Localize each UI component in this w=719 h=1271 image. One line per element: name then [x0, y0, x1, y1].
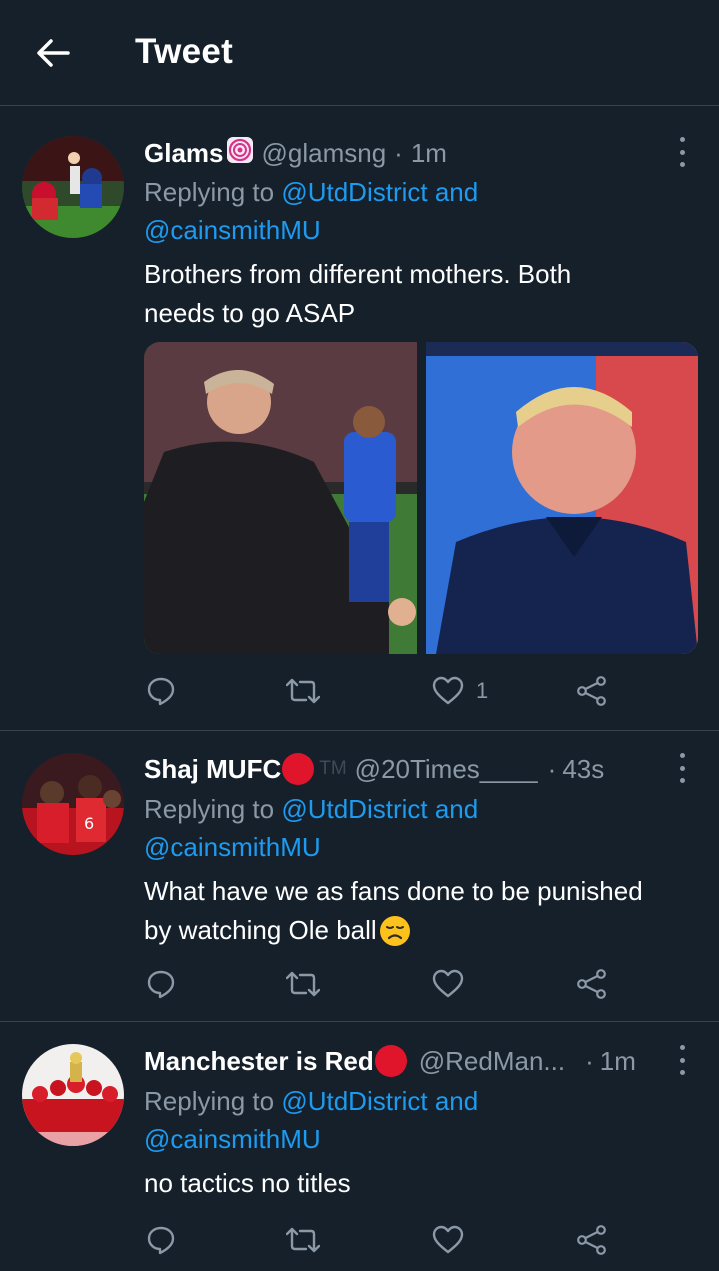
- retweet-icon: [286, 1227, 320, 1253]
- more-dot-icon: [679, 1045, 685, 1050]
- reply-button[interactable]: [146, 964, 176, 1004]
- like-button[interactable]: [432, 964, 464, 1004]
- share-button[interactable]: [576, 1220, 608, 1260]
- like-count: 1: [476, 678, 489, 703]
- tweet-actions: [146, 1220, 616, 1260]
- tweet-time[interactable]: 43s: [562, 754, 604, 785]
- author-handle[interactable]: @20Times____: [355, 754, 538, 785]
- page-title: Tweet: [135, 32, 234, 71]
- tweet-author-row: Glams @glamsng · 1m: [144, 135, 447, 171]
- share-icon: [577, 1225, 606, 1255]
- back-button[interactable]: [30, 28, 76, 78]
- separator-dot: ·: [394, 137, 403, 168]
- tweet-text-line: What have we as fans done to be punished: [144, 876, 643, 906]
- replying-to: Replying to @UtdDistrict and @cainsmithM…: [144, 790, 664, 866]
- tweet-text-line: by watching Ole ball: [144, 911, 689, 950]
- more-dot-icon: [679, 778, 685, 783]
- replying-to: Replying to @UtdDistrict and @cainsmithM…: [144, 1082, 664, 1158]
- author-name[interactable]: Manchester is Red: [144, 1046, 374, 1077]
- heart-icon: [432, 676, 464, 705]
- comment-icon: [147, 970, 175, 999]
- share-icon: [577, 969, 606, 999]
- separator-dot: ·: [547, 753, 557, 784]
- spiral-emoji-icon: [226, 136, 254, 171]
- tweet-author-row: Shaj MUFC TM @20Times____ · 43s: [144, 751, 604, 787]
- author-name[interactable]: Shaj MUFC: [144, 754, 281, 785]
- more-options-button[interactable]: [675, 753, 689, 783]
- avatar[interactable]: 6: [22, 753, 124, 855]
- reply-link-cainsmithmu[interactable]: @cainsmithMU: [144, 1124, 321, 1154]
- smiling-coach-photo[interactable]: [426, 342, 698, 654]
- tweet[interactable]: 6 Shaj MUFC TM @20Times____ · 43s Replyi…: [0, 731, 719, 1022]
- tweet[interactable]: Glams @glamsng · 1m Replying to @UtdDist…: [0, 107, 719, 731]
- tweet-text-line: Brothers from different mothers. Both: [144, 259, 572, 289]
- top-app-bar: Tweet: [0, 0, 719, 106]
- replying-to: Replying to @UtdDistrict and @cainsmithM…: [144, 173, 664, 249]
- red-circle-icon: [374, 1045, 407, 1077]
- avatar[interactable]: [22, 136, 124, 238]
- retweet-button[interactable]: [286, 671, 320, 711]
- heart-icon: [432, 969, 464, 998]
- reply-link-utddistrict[interactable]: @UtdDistrict and: [281, 1086, 478, 1116]
- retweet-button[interactable]: [286, 1220, 320, 1260]
- tweet-author-row: Manchester is Red @RedMan... · 1m: [144, 1043, 636, 1079]
- avatar[interactable]: [22, 1044, 124, 1146]
- retweet-icon: [286, 678, 320, 704]
- coach-celebrating-photo[interactable]: [144, 342, 417, 654]
- retweet-icon: [286, 971, 320, 997]
- author-name[interactable]: Glams: [144, 138, 224, 169]
- share-icon: [577, 676, 606, 706]
- reply-button[interactable]: [146, 1220, 176, 1260]
- more-dot-icon: [679, 162, 685, 167]
- replying-prefix: Replying to: [144, 1086, 282, 1116]
- author-handle[interactable]: @glamsng: [262, 138, 387, 169]
- trademark-text: TM: [319, 758, 347, 779]
- tweet-text-line: needs to go ASAP: [144, 298, 356, 328]
- more-options-button[interactable]: [675, 1045, 689, 1075]
- comment-icon: [147, 1226, 175, 1255]
- tweet[interactable]: Manchester is Red @RedMan... · 1m Replyi…: [0, 1022, 719, 1271]
- author-handle[interactable]: @RedMan...: [419, 1046, 565, 1077]
- more-dot-icon: [679, 753, 685, 758]
- replying-prefix: Replying to: [144, 794, 282, 824]
- tweet-actions: [146, 964, 616, 1004]
- reply-button[interactable]: [146, 671, 176, 711]
- more-dot-icon: [679, 149, 685, 155]
- comment-icon: [147, 677, 175, 706]
- tweet-text-fragment: by watching Ole ball: [144, 915, 377, 945]
- reply-link-utddistrict[interactable]: @UtdDistrict and: [281, 794, 478, 824]
- tweet-time[interactable]: 1m: [600, 1046, 636, 1077]
- tweet-text: What have we as fans done to be punished…: [144, 872, 689, 950]
- replying-prefix: Replying to: [144, 177, 282, 207]
- retweet-button[interactable]: [286, 964, 320, 1004]
- like-button[interactable]: [432, 1220, 464, 1260]
- more-options-button[interactable]: [675, 137, 689, 167]
- separator-dot: ·: [585, 1045, 594, 1076]
- share-button[interactable]: [576, 671, 608, 711]
- heart-icon: [432, 1225, 464, 1254]
- red-circle-icon: [282, 753, 315, 785]
- tweet-text: no tactics no titles: [144, 1164, 689, 1203]
- reply-link-utddistrict[interactable]: @UtdDistrict and: [281, 177, 478, 207]
- tweet-text: Brothers from different mothers. Both ne…: [144, 255, 689, 333]
- disappointed-face-icon: [379, 915, 410, 946]
- tweet-actions: 1: [146, 671, 616, 711]
- tweet-media[interactable]: [144, 342, 698, 654]
- arrow-left-icon: [37, 39, 70, 67]
- tweet-text-line: no tactics no titles: [144, 1168, 351, 1198]
- more-dot-icon: [679, 1070, 685, 1075]
- tweet-time[interactable]: 1m: [411, 138, 447, 169]
- more-dot-icon: [679, 137, 685, 142]
- reply-link-cainsmithmu[interactable]: @cainsmithMU: [144, 215, 321, 245]
- more-dot-icon: [679, 1057, 685, 1063]
- reply-link-cainsmithmu[interactable]: @cainsmithMU: [144, 832, 321, 862]
- like-button[interactable]: 1: [432, 671, 488, 711]
- share-button[interactable]: [576, 964, 608, 1004]
- svg-text:6: 6: [84, 814, 94, 833]
- more-dot-icon: [679, 765, 685, 771]
